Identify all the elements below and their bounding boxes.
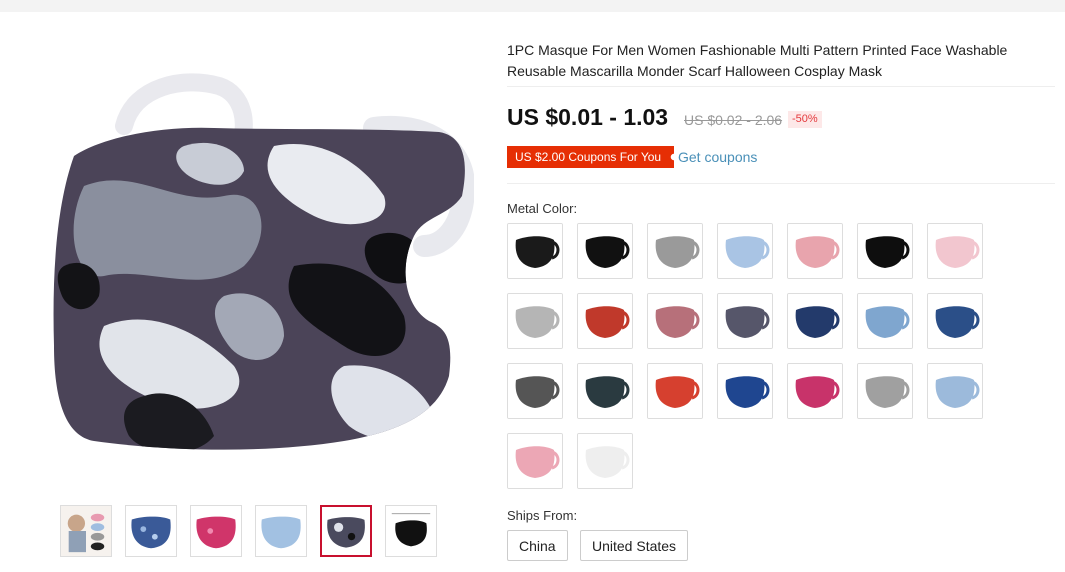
ships-from-united-states-button[interactable]: United States (580, 530, 689, 561)
color-swatch-camo-navy[interactable] (787, 293, 843, 349)
mask-icon (578, 434, 632, 488)
coupon-tag: US $2.00 Coupons For You (507, 146, 675, 168)
mask-icon (578, 294, 632, 348)
color-swatch-sequin-magenta[interactable] (787, 363, 843, 419)
mask-icon (788, 294, 842, 348)
get-coupons-link[interactable]: Get coupons (678, 149, 757, 165)
color-swatch-sky-blue[interactable] (927, 363, 983, 419)
thumbnail-camo[interactable] (320, 505, 372, 557)
mask-icon (578, 364, 632, 418)
main-product-image (44, 66, 476, 476)
thumbnail-sequin-pink[interactable] (190, 505, 242, 557)
mask-icon (858, 364, 912, 418)
mask-icon (858, 224, 912, 278)
color-swatch-camo-pink[interactable] (647, 293, 703, 349)
mask-icon (928, 364, 982, 418)
thumbnail-black-size[interactable] (385, 505, 437, 557)
discount-badge: -50% (788, 111, 822, 128)
color-swatch-sequin-blue[interactable] (927, 293, 983, 349)
color-swatch-light-blue[interactable] (717, 223, 773, 279)
thumbnail-model[interactable] (60, 505, 112, 557)
color-swatch-pink-2[interactable] (507, 433, 563, 489)
mask-icon (928, 224, 982, 278)
color-swatch-sequin-red[interactable] (647, 363, 703, 419)
mask-icon (648, 294, 702, 348)
thumbnail-sequin-blue[interactable] (125, 505, 177, 557)
mask-icon (508, 224, 562, 278)
divider (507, 86, 1055, 87)
mask-icon (508, 294, 562, 348)
thumbnail-light-blue[interactable] (255, 505, 307, 557)
mask-icon (788, 224, 842, 278)
ships-from-label: Ships From: (507, 508, 578, 523)
color-swatch-black-1[interactable] (507, 223, 563, 279)
mask-icon (788, 364, 842, 418)
mask-icon (508, 364, 562, 418)
mask-icon (858, 294, 912, 348)
mask-icon (928, 294, 982, 348)
mask-icon (648, 364, 702, 418)
divider (507, 183, 1055, 184)
color-swatch-sequin-dark[interactable] (577, 363, 633, 419)
color-swatch-sequin-light-blue[interactable] (857, 293, 913, 349)
price: US $0.01 - 1.03 (507, 104, 669, 130)
color-swatch-black-2[interactable] (577, 223, 633, 279)
color-label: Metal Color: (507, 201, 578, 216)
mask-icon (718, 364, 772, 418)
ships-from-china-button[interactable]: China (507, 530, 568, 561)
color-swatch-black-3[interactable] (857, 223, 913, 279)
color-swatch-camo-white[interactable] (507, 363, 563, 419)
color-swatch-light-pink[interactable] (927, 223, 983, 279)
mask-icon (648, 224, 702, 278)
mask-icon (578, 224, 632, 278)
color-swatch-camo-gray[interactable] (717, 293, 773, 349)
top-bar (0, 0, 1065, 12)
color-swatch-gray-3[interactable] (857, 363, 913, 419)
color-swatch-white[interactable] (577, 433, 633, 489)
color-swatch-gray[interactable] (647, 223, 703, 279)
color-swatch-camo-red[interactable] (577, 293, 633, 349)
mask-icon (508, 434, 562, 488)
original-price: US $0.02 - 2.06 (684, 112, 783, 128)
mask-icon (718, 224, 772, 278)
mask-icon (718, 294, 772, 348)
thumbnail-strip (60, 505, 480, 559)
color-swatch-sequin-royal-blue[interactable] (717, 363, 773, 419)
color-swatch-pink[interactable] (787, 223, 843, 279)
color-swatch-gray-2[interactable] (507, 293, 563, 349)
product-title: 1PC Masque For Men Women Fashionable Mul… (507, 42, 1008, 79)
